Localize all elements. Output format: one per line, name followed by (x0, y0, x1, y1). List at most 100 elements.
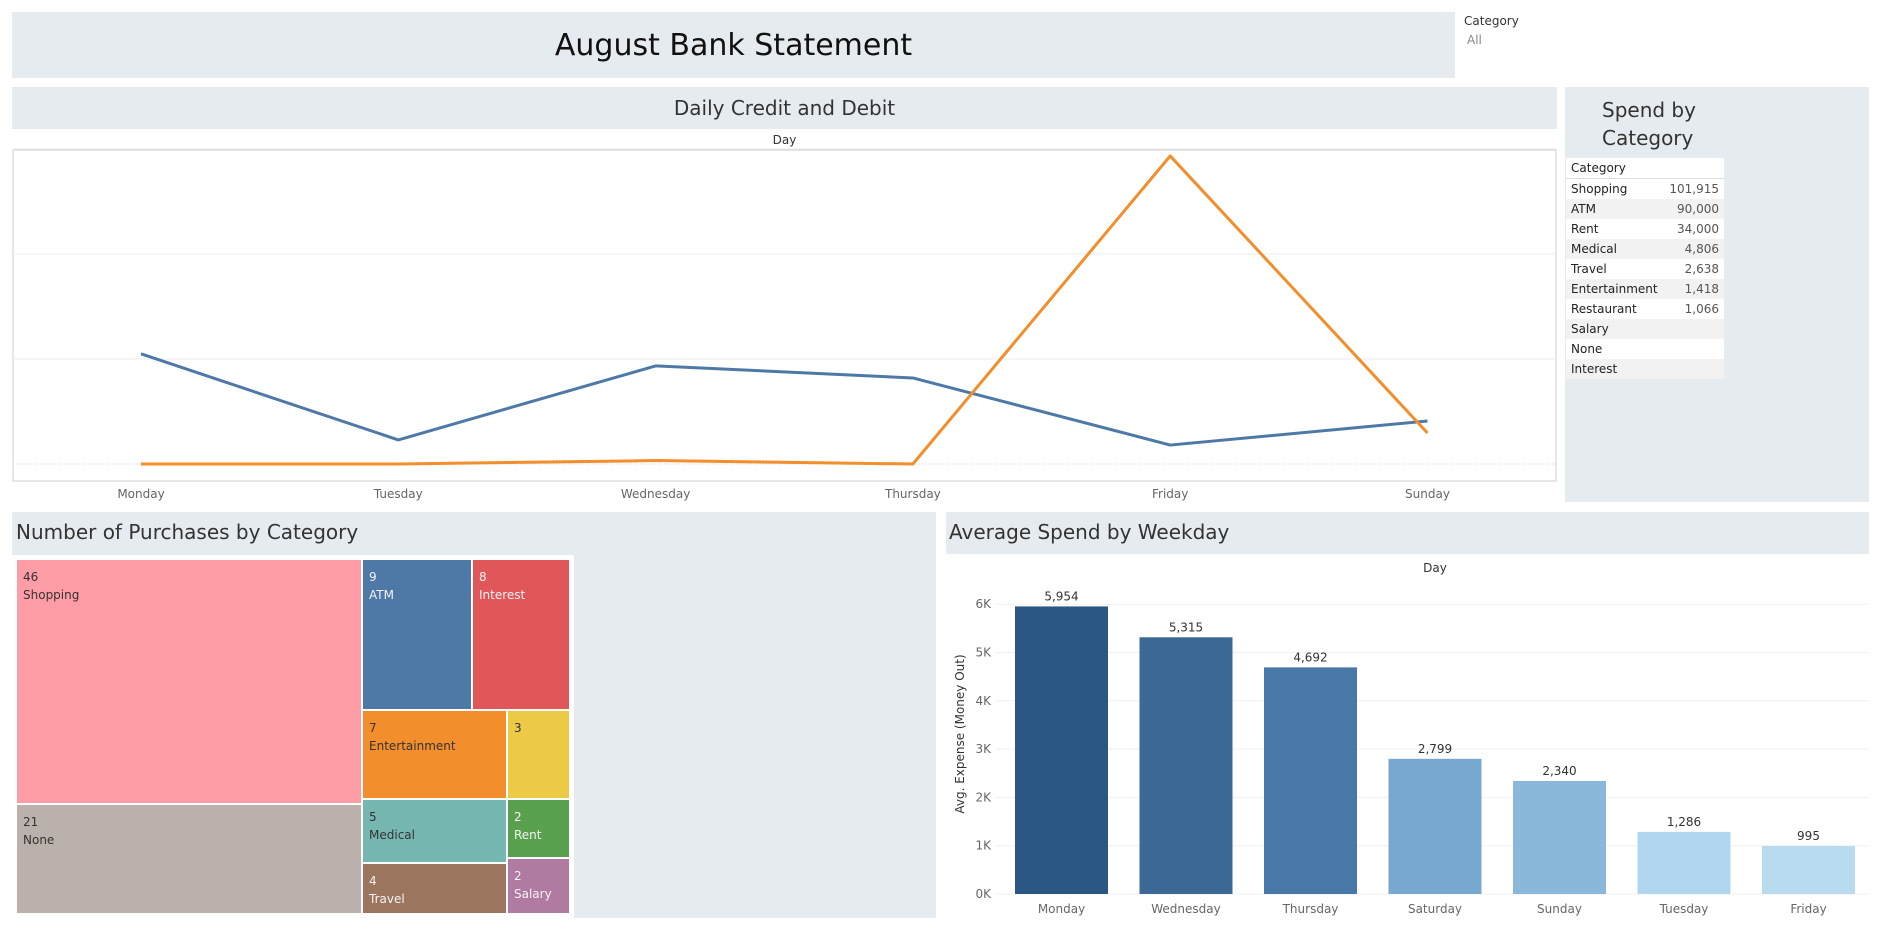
bar-value-label: 995 (1797, 829, 1820, 843)
spend-title-line2: Category (1602, 126, 1694, 150)
spend-table-row[interactable]: Interest (1566, 359, 1724, 379)
treemap-cell-label: Salary (514, 887, 552, 901)
bar-chart-x-tick: Tuesday (1659, 902, 1709, 916)
line-chart-x-tick: Thursday (884, 487, 941, 501)
spend-table-row[interactable]: Entertainment 1,418 (1566, 279, 1724, 299)
spend-table-header: Category (1566, 158, 1724, 179)
spend-category-value (1663, 359, 1724, 379)
spend-category-name: Interest (1566, 359, 1664, 379)
line-chart-header: Daily Credit and Debit (12, 87, 1557, 129)
treemap-cell-rent[interactable]: 2 Rent (507, 799, 570, 858)
spend-table-row[interactable]: Rent 34,000 (1566, 219, 1724, 239)
dashboard-title-bar: August Bank Statement (12, 12, 1455, 78)
spend-category-name: None (1571, 342, 1603, 356)
treemap-cell-travel[interactable]: 4 Travel (362, 863, 507, 914)
spend-category-name: Restaurant (1571, 302, 1637, 316)
bar-chart[interactable]: Day 0K 1K 2K 3K 4K 5K 6K Avg. Expense (Money Out… (946, 554, 1869, 924)
line-chart-x-tick: Monday (117, 487, 164, 501)
treemap-cell-count: 46 (23, 570, 39, 584)
spend-table-row[interactable]: ATM 90,000 (1566, 199, 1724, 219)
category-filter-value[interactable]: All (1467, 33, 1664, 47)
treemap-cell-shopping[interactable]: 46 Shopping (16, 559, 362, 804)
treemap-cell-medical[interactable]: 5 Medical (362, 799, 507, 863)
spend-category-value: 2,638 (1684, 262, 1719, 276)
treemap-cell-label: Shopping (23, 588, 80, 602)
treemap-cell-count: 9 (369, 570, 377, 584)
bar-value-label: 5,954 (1044, 589, 1078, 603)
spend-category-value: 1,418 (1663, 279, 1724, 299)
treemap-cell-count: 21 (23, 815, 39, 829)
spend-title-line1: Spend by (1602, 98, 1696, 122)
bar-value-label: 2,799 (1418, 742, 1452, 756)
spend-category-name: Rent (1571, 222, 1599, 236)
bar-value-label: 4,692 (1293, 650, 1327, 664)
bar-value-label: 1,286 (1667, 815, 1701, 829)
spend-category-name: Travel (1571, 262, 1607, 276)
spend-category-value (1664, 339, 1724, 359)
bar-chart-y-tick: 4K (975, 694, 992, 708)
bar-sunday[interactable] (1513, 780, 1606, 894)
dashboard-title: August Bank Statement (554, 28, 913, 63)
bar-wednesday[interactable] (1139, 637, 1233, 894)
treemap-cell-count: 2 (514, 869, 522, 883)
treemap-cell-count: 3 (514, 721, 522, 735)
bar-chart-y-axis-label: Avg. Expense (Money Out) (953, 654, 967, 813)
spend-table-row[interactable]: None (1566, 339, 1724, 359)
treemap-cell-label: ATM (369, 588, 394, 602)
line-chart-axis-title: Day (773, 133, 797, 147)
category-filter-label: Category (1464, 14, 1519, 28)
treemap-cell-label: Medical (369, 828, 415, 842)
treemap-title: Number of Purchases by Category (16, 520, 359, 544)
treemap-cell-interest[interactable]: 8 Interest (472, 559, 570, 710)
bar-chart-x-tick: Sunday (1537, 902, 1582, 916)
treemap-cell-label: Entertainment (369, 739, 456, 753)
spend-category-name: Salary (1566, 319, 1664, 339)
spend-category-name: Entertainment (1566, 279, 1664, 299)
category-filter[interactable]: Category All (1464, 14, 1664, 47)
bar-tuesday[interactable] (1637, 831, 1731, 894)
spend-table-row[interactable]: Travel 2,638 (1566, 259, 1724, 279)
treemap-cell-count: 4 (369, 874, 377, 888)
bar-chart-title: Average Spend by Weekday (949, 520, 1230, 544)
bar-chart-y-tick: 2K (975, 790, 992, 804)
line-chart-title: Daily Credit and Debit (673, 96, 896, 120)
bar-friday[interactable] (1762, 845, 1855, 894)
treemap[interactable]: 46 Shopping 21 None 9 ATM 8 Interest 7 Entertainm… (16, 559, 570, 914)
bar-thursday[interactable] (1264, 667, 1357, 894)
line-chart[interactable]: Day Monday Tuesday Wednesday Thursday Friday S… (12, 129, 1557, 502)
treemap-cell-count: 5 (369, 810, 377, 824)
spend-category-value: 101,915 (1669, 182, 1719, 196)
spend-table-row[interactable]: Medical 4,806 (1566, 239, 1724, 259)
treemap-cell-salary[interactable]: 2 Salary (507, 858, 570, 914)
spend-table-row[interactable]: Shopping 101,915 (1566, 179, 1724, 200)
bar-chart-y-tick: 0K (975, 887, 992, 901)
treemap-cell-count: 7 (369, 721, 377, 735)
spend-by-category-table: Category Shopping 101,915 ATM 90,000 Rent 34,… (1566, 158, 1724, 379)
bar-chart-x-tick: Friday (1790, 902, 1826, 916)
bar-monday[interactable] (1015, 606, 1108, 894)
treemap-cell-none[interactable]: 21 None (16, 804, 362, 914)
bar-chart-x-tick: Saturday (1408, 902, 1462, 916)
bar-chart-x-tick: Wednesday (1151, 902, 1220, 916)
spend-category-name: Shopping (1571, 182, 1628, 196)
spend-table-row[interactable]: Restaurant 1,066 (1566, 299, 1724, 319)
spend-category-name: Medical (1566, 239, 1664, 259)
line-chart-x-tick: Tuesday (373, 487, 423, 501)
bar-value-label: 2,340 (1542, 764, 1576, 778)
spend-category-value: 4,806 (1663, 239, 1724, 259)
treemap-cell-label: Travel (369, 892, 405, 906)
bar-chart-y-tick: 3K (975, 742, 992, 756)
bar-chart-axis-title: Day (1423, 561, 1447, 575)
treemap-cell-label: None (23, 833, 55, 847)
bar-saturday[interactable] (1388, 758, 1482, 894)
bar-value-label: 5,315 (1169, 620, 1203, 634)
treemap-cell-count: 8 (479, 570, 487, 584)
treemap-cell-entertainment[interactable]: 7 Entertainment (362, 710, 507, 799)
line-chart-x-tick: Friday (1152, 487, 1188, 501)
treemap-cell-unlabeled[interactable]: 3 (507, 710, 570, 799)
spend-table-row[interactable]: Salary (1566, 319, 1724, 339)
bar-chart-y-tick: 5K (975, 646, 992, 660)
treemap-cell-atm[interactable]: 9 ATM (362, 559, 472, 710)
bar-chart-y-tick: 1K (975, 839, 992, 853)
treemap-cell-label: Rent (514, 828, 542, 842)
